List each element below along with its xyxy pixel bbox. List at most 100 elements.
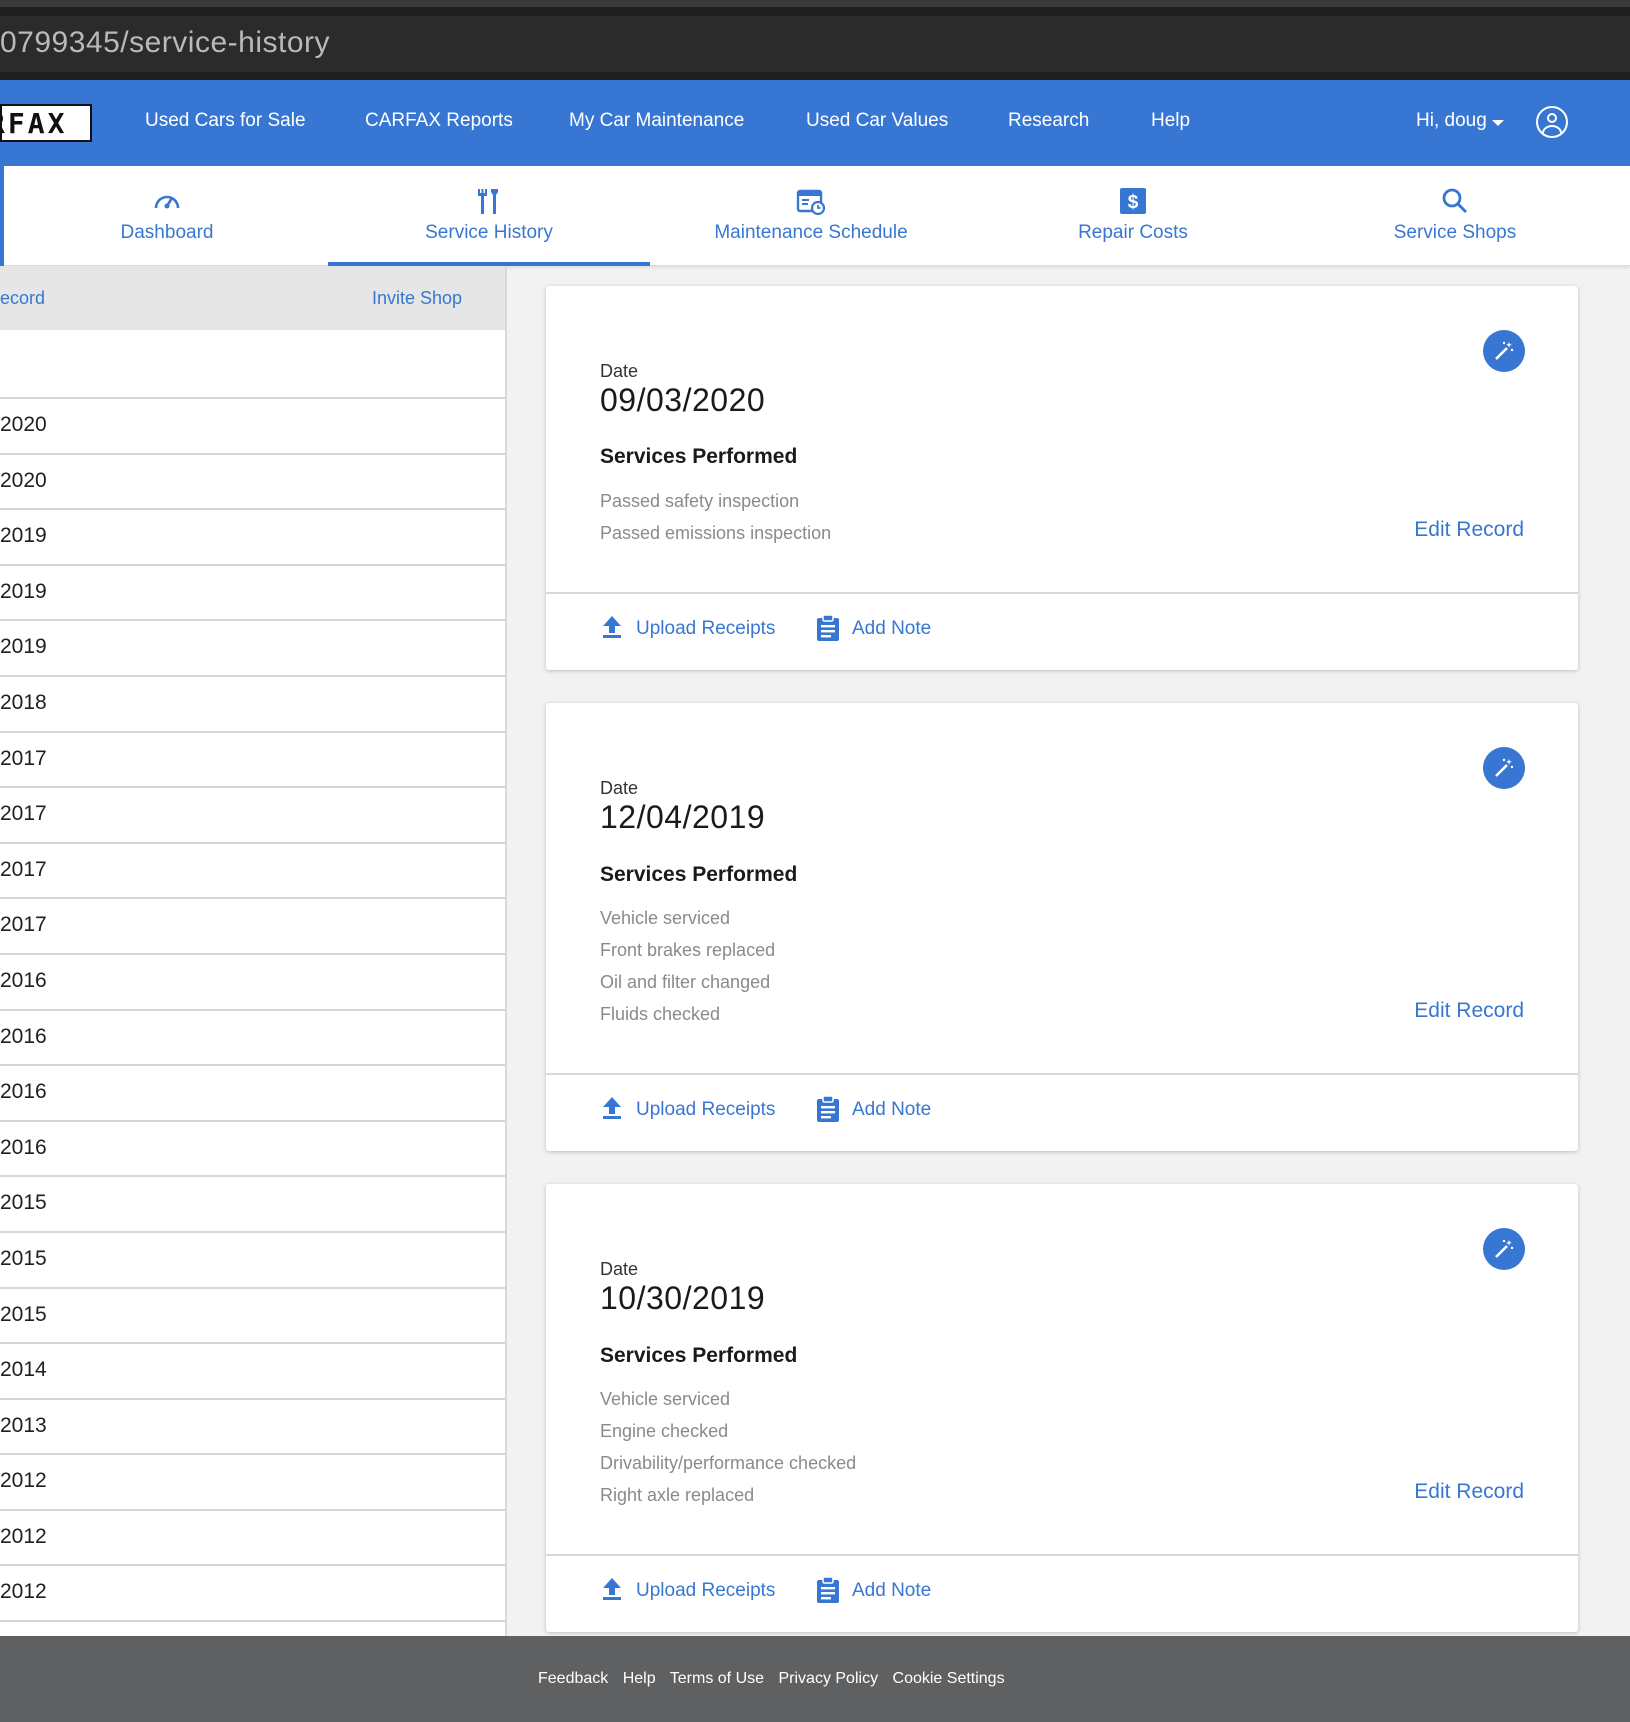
upload-receipts-button[interactable]: Upload Receipts <box>603 616 776 640</box>
tab-dashboard[interactable]: Dashboard <box>6 166 328 266</box>
list-item[interactable]: 2017 <box>0 844 505 900</box>
list-item[interactable]: 2014 <box>0 1344 505 1400</box>
record-year: 2019 <box>0 635 47 659</box>
tab-repair-costs[interactable]: $ Repair Costs <box>972 166 1294 266</box>
list-item[interactable]: 2017 <box>0 733 505 789</box>
nav-used-car-values[interactable]: Used Car Values <box>806 110 948 132</box>
record-year: 2012 <box>0 1524 47 1548</box>
record-list-header: ecord Invite Shop <box>0 266 505 330</box>
upload-icon <box>603 1578 621 1600</box>
list-item[interactable]: 2018 <box>0 677 505 733</box>
calendar-clock-icon <box>796 189 826 216</box>
footer-terms-link[interactable]: Terms of Use <box>670 1670 764 1687</box>
tab-label: Maintenance Schedule <box>714 222 908 243</box>
record-list-panel: ecord Invite Shop 2020 2020 2019 2019 2019 20… <box>0 266 507 1636</box>
date-label: Date <box>600 361 639 381</box>
logo-text: RFAX <box>2 106 68 140</box>
card-actions: Upload Receipts Add Note <box>546 1554 1578 1632</box>
upload-receipts-button[interactable]: Upload Receipts <box>603 1578 776 1602</box>
add-note-button[interactable]: Add Note <box>817 1576 932 1603</box>
upload-receipts-button[interactable]: Upload Receipts <box>603 1097 776 1121</box>
footer-feedback-link[interactable]: Feedback <box>538 1670 608 1687</box>
nav-carfax-reports[interactable]: CARFAX Reports <box>365 110 513 132</box>
list-item[interactable]: 2016 <box>0 1011 505 1067</box>
date-label: Date <box>600 1259 639 1279</box>
magic-wand-icon[interactable] <box>1483 1228 1525 1270</box>
record-year: 2015 <box>0 1191 47 1215</box>
list-item[interactable]: 2017 <box>0 788 505 844</box>
upload-receipts-label: Upload Receipts <box>636 1099 776 1120</box>
service-record-card: Date 12/04/2019 Services Performed Vehic… <box>546 703 1578 1151</box>
account-icon[interactable] <box>1536 106 1568 138</box>
footer-privacy-link[interactable]: Privacy Policy <box>778 1670 878 1687</box>
magic-wand-icon[interactable] <box>1483 330 1525 372</box>
edit-record-link[interactable]: Edit Record <box>1414 1480 1524 1504</box>
record-date: 12/04/2019 <box>600 799 766 835</box>
service-item: Oil and filter changed <box>600 972 771 992</box>
edit-record-link[interactable]: Edit Record <box>1414 999 1524 1023</box>
list-item[interactable]: 2015 <box>0 1177 505 1233</box>
tab-service-shops[interactable]: Service Shops <box>1294 166 1616 266</box>
list-item[interactable]: 2019 <box>0 510 505 566</box>
tab-maintenance-schedule[interactable]: Maintenance Schedule <box>650 166 972 266</box>
upload-receipts-label: Upload Receipts <box>636 1580 776 1601</box>
service-item: Drivability/performance checked <box>600 1453 857 1473</box>
clipboard-icon <box>817 1576 839 1603</box>
list-item[interactable] <box>0 330 505 399</box>
record-year: 2019 <box>0 524 47 548</box>
card-actions: Upload Receipts Add Note <box>546 1073 1578 1151</box>
record-year: 2016 <box>0 968 47 992</box>
user-menu[interactable]: Hi, doug <box>1416 110 1487 132</box>
list-item[interactable]: 2019 <box>0 621 505 677</box>
add-record-link[interactable]: ecord <box>0 288 45 309</box>
record-year: 2017 <box>0 913 47 937</box>
list-item[interactable]: 2012 <box>0 1511 505 1567</box>
service-item: Vehicle serviced <box>600 1389 731 1409</box>
list-item[interactable]: 2020 <box>0 399 505 455</box>
nav-used-cars-for-sale[interactable]: Used Cars for Sale <box>145 110 306 132</box>
carfax-logo[interactable]: RFAX <box>0 104 92 142</box>
record-year: 2015 <box>0 1246 47 1270</box>
clipboard-icon <box>817 614 839 641</box>
page-footer: Feedback Help Terms of Use Privacy Polic… <box>0 1636 1630 1722</box>
magic-wand-icon[interactable] <box>1483 747 1525 789</box>
list-item[interactable]: 2012 <box>0 1455 505 1511</box>
services-list: Passed safety inspection Passed emission… <box>600 490 831 554</box>
add-note-label: Add Note <box>852 1580 932 1601</box>
record-date: 10/30/2019 <box>600 1280 766 1316</box>
list-item[interactable]: 2016 <box>0 1122 505 1178</box>
record-year: 2016 <box>0 1135 47 1159</box>
url-text[interactable]: 0799345/service-history <box>0 26 330 60</box>
list-item[interactable]: 2016 <box>0 955 505 1011</box>
record-year: 2020 <box>0 468 47 492</box>
footer-cookie-settings-link[interactable]: Cookie Settings <box>893 1670 1005 1687</box>
edit-record-link[interactable]: Edit Record <box>1414 518 1524 542</box>
chevron-down-icon[interactable] <box>1492 120 1504 126</box>
footer-help-link[interactable]: Help <box>623 1670 656 1687</box>
tab-service-history[interactable]: Service History <box>328 166 650 266</box>
list-item[interactable]: 2015 <box>0 1233 505 1289</box>
list-item[interactable]: 2020 <box>0 455 505 511</box>
nav-help[interactable]: Help <box>1151 110 1190 132</box>
list-item[interactable]: 2016 <box>0 1066 505 1122</box>
browser-address-bar: 0799345/service-history <box>0 0 1630 80</box>
list-item[interactable]: 2012 <box>0 1566 505 1623</box>
list-item[interactable]: 2017 <box>0 899 505 955</box>
top-nav-bar: RFAX Used Cars for Sale CARFAX Reports M… <box>0 80 1630 166</box>
list-item[interactable]: 2019 <box>0 566 505 622</box>
add-note-button[interactable]: Add Note <box>817 1095 931 1122</box>
invite-shop-link[interactable]: Invite Shop <box>372 288 462 309</box>
record-list: 2020 2020 2019 2019 2019 2018 2017 2017 2017 2017… <box>0 330 505 1623</box>
service-item: Fluids checked <box>600 1004 721 1024</box>
services-list: Vehicle serviced Front brakes replaced O… <box>600 907 775 1035</box>
nav-research[interactable]: Research <box>1008 110 1089 132</box>
service-item: Right axle replaced <box>600 1485 755 1505</box>
list-item[interactable]: 2015 <box>0 1289 505 1345</box>
tab-label: Service History <box>425 222 553 243</box>
upload-receipts-label: Upload Receipts <box>636 618 776 639</box>
nav-my-car-maintenance[interactable]: My Car Maintenance <box>569 110 744 132</box>
add-note-button[interactable]: Add Note <box>817 614 931 641</box>
url-field[interactable]: 0799345/service-history <box>0 16 1630 72</box>
record-year: 2016 <box>0 1024 47 1048</box>
list-item[interactable]: 2013 <box>0 1400 505 1456</box>
